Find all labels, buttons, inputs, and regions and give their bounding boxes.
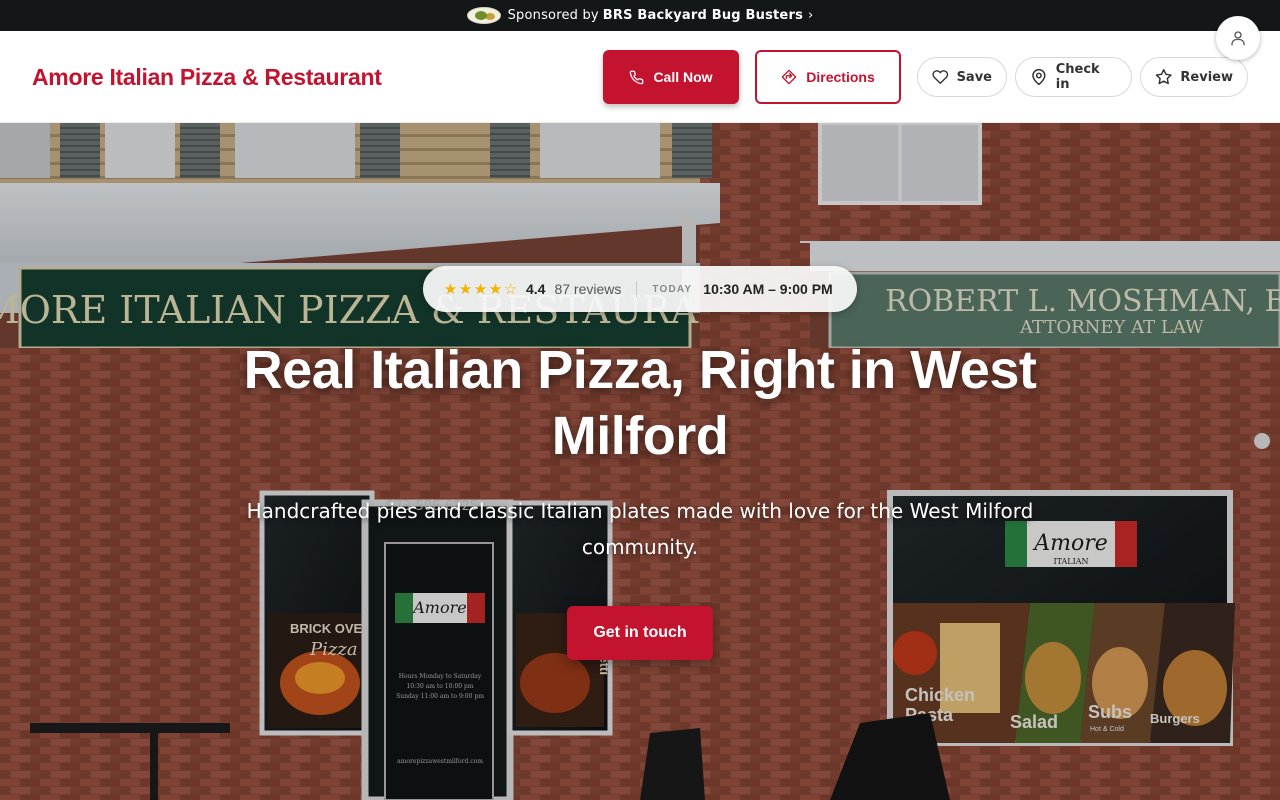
site-header: Amore Italian Pizza & Restaurant Call No… bbox=[0, 31, 1280, 123]
today-label: TODAY bbox=[652, 283, 693, 295]
check-in-button[interactable]: Check in bbox=[1015, 57, 1132, 97]
star-half-icon: ☆ bbox=[503, 281, 518, 298]
hero-title: Real Italian Pizza, Right in West Milfor… bbox=[243, 340, 1037, 466]
directions-label: Directions bbox=[806, 69, 875, 85]
account-button[interactable] bbox=[1216, 16, 1260, 60]
get-in-touch-button[interactable]: Get in touch bbox=[567, 606, 713, 660]
hero-section: AMORE ITALIAN PIZZA & RESTAURANT ROBERT … bbox=[0, 123, 1280, 800]
review-button[interactable]: Review bbox=[1140, 57, 1248, 97]
hero-subtitle: Handcrafted pies and classic Italian pla… bbox=[246, 499, 1034, 559]
brand-name[interactable]: Amore Italian Pizza & Restaurant bbox=[32, 64, 382, 91]
chevron-right-icon: › bbox=[808, 8, 814, 23]
save-label: Save bbox=[956, 69, 992, 85]
review-label: Review bbox=[1180, 69, 1233, 85]
star-icon bbox=[1155, 69, 1172, 85]
call-now-button[interactable]: Call Now bbox=[603, 50, 739, 104]
call-now-label: Call Now bbox=[653, 69, 713, 85]
save-button[interactable]: Save bbox=[917, 57, 1007, 97]
check-in-label: Check in bbox=[1055, 62, 1100, 92]
heart-icon bbox=[932, 70, 949, 84]
phone-icon bbox=[630, 70, 644, 84]
sponsor-name[interactable]: BRS Backyard Bug Busters bbox=[603, 8, 803, 23]
directions-icon bbox=[781, 69, 797, 85]
star-icon: ★ bbox=[443, 281, 458, 298]
divider bbox=[636, 281, 638, 297]
star-rating: ★ ★ ★ ★ ☆ bbox=[443, 280, 518, 298]
directions-button[interactable]: Directions bbox=[755, 50, 901, 104]
hours-today: 10:30 AM – 9:00 PM bbox=[703, 281, 833, 297]
sponsor-prefix: Sponsored by bbox=[507, 8, 599, 23]
star-icon: ★ bbox=[458, 281, 473, 298]
sponsor-logo bbox=[466, 7, 501, 24]
map-pin-icon bbox=[1032, 68, 1046, 86]
rating-value: 4.4 bbox=[526, 281, 546, 297]
sponsor-banner[interactable]: Sponsored by BRS Backyard Bug Busters › bbox=[0, 0, 1280, 31]
review-count-link[interactable]: 87 reviews bbox=[554, 281, 621, 297]
star-icon: ★ bbox=[473, 281, 488, 298]
rating-hours-card: ★ ★ ★ ★ ☆ 4.4 87 reviews TODAY 10:30 AM … bbox=[423, 266, 857, 312]
star-icon: ★ bbox=[488, 281, 503, 298]
user-icon bbox=[1231, 31, 1245, 46]
